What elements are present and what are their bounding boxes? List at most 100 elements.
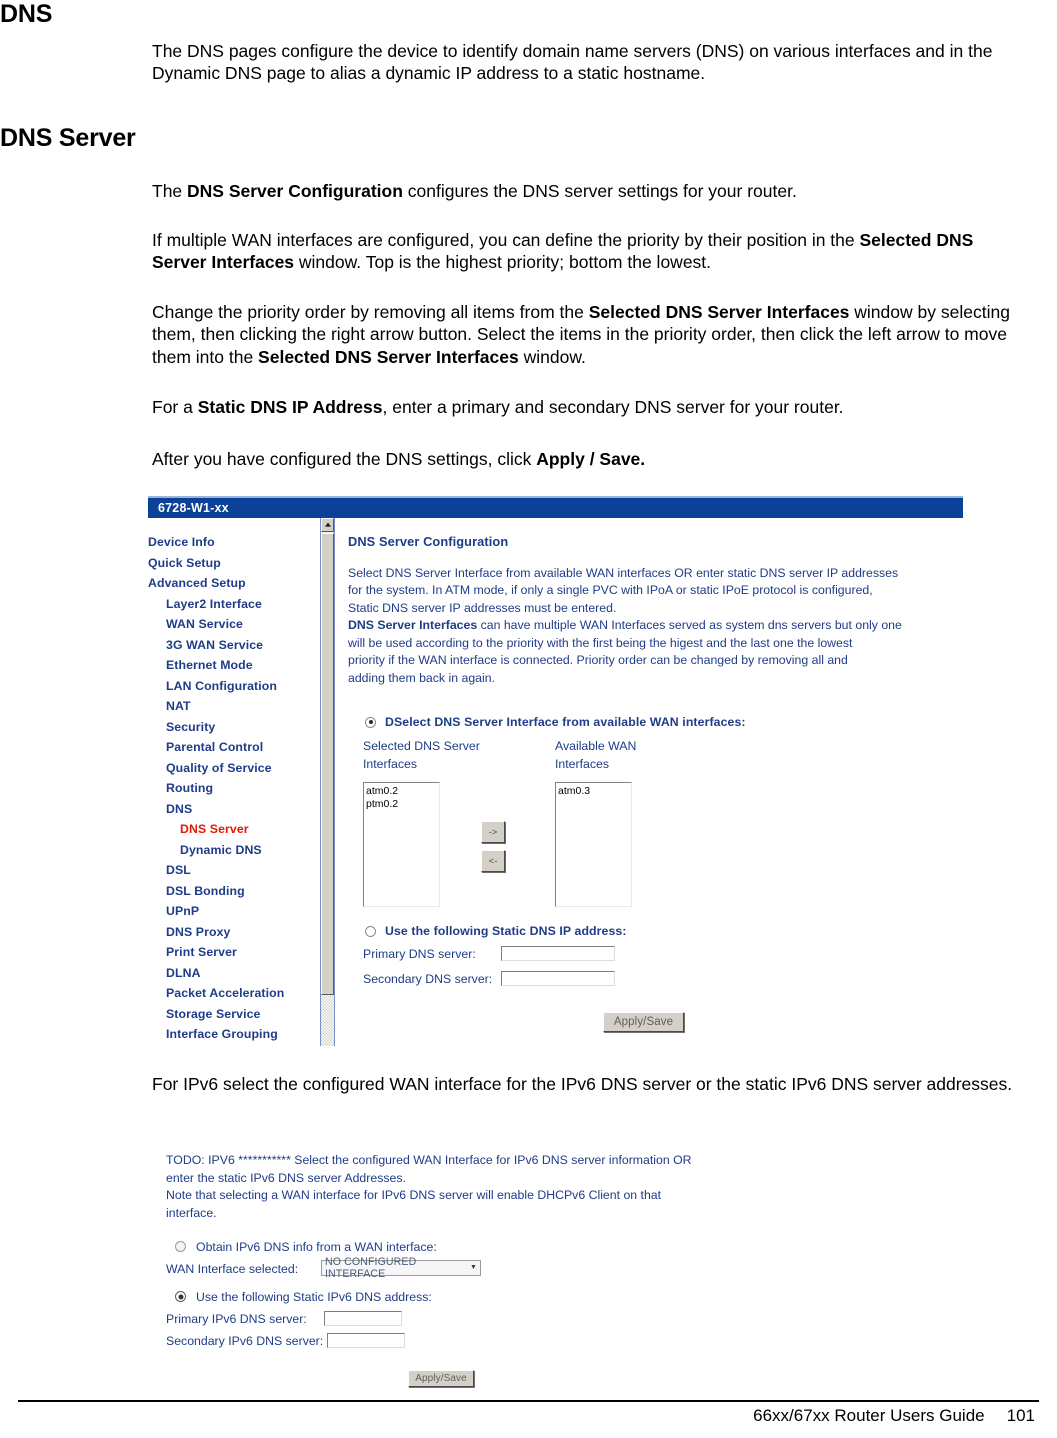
desc-line-1: Select DNS Server Interface from availab…: [348, 566, 899, 580]
ipv6-desc-line-2: enter the static IPv6 DNS server Address…: [166, 1170, 406, 1185]
ipv6-description: TODO: IPV6 *********** Select the config…: [166, 1152, 711, 1223]
list-item[interactable]: atm0.3: [558, 785, 629, 798]
radio-select-dns-interface[interactable]: [365, 716, 376, 728]
para1-post: configures the DNS server settings for y…: [402, 181, 797, 201]
para3-d: window.: [518, 346, 586, 367]
radio-row-obtain-ipv6-dns[interactable]: Obtain IPv6 DNS info from a WAN interfac…: [175, 1240, 766, 1254]
sidebar-item-nat[interactable]: NAT: [148, 696, 320, 717]
sidebar-label: NAT: [166, 699, 191, 714]
radio-row-select-interface[interactable]: DSelect DNS Server Interface from availa…: [365, 715, 963, 729]
radio-obtain-ipv6-dns[interactable]: [175, 1241, 186, 1253]
sidebar-item-routing[interactable]: Routing: [148, 778, 320, 799]
sidebar-label: DSL: [166, 863, 191, 878]
sidebar-item-dynamic-dns[interactable]: Dynamic DNS: [148, 840, 320, 861]
sidebar-item-security[interactable]: Security: [148, 717, 320, 738]
footer-guide-title: 66xx/67xx Router Users Guide: [753, 1406, 985, 1425]
para5-bold: Apply / Save.: [536, 449, 646, 469]
sidebar-item-dsl[interactable]: DSL: [148, 860, 320, 881]
list-item[interactable]: ptm0.2: [366, 798, 437, 811]
router-window-body: Device Info Quick Setup Advanced Setup L…: [148, 518, 963, 1046]
sidebar-item-layer2-interface[interactable]: Layer2 Interface: [148, 594, 320, 615]
radio-use-static-ipv6-dns[interactable]: [175, 1291, 186, 1303]
sidebar-item-interface-grouping[interactable]: Interface Grouping: [148, 1024, 320, 1045]
desc-line-4: DNS Server Interfaces can have multiple …: [348, 617, 922, 634]
pane-description: Select DNS Server Interface from availab…: [348, 565, 922, 687]
selected-interfaces-header: Selected DNS Server Interfaces: [363, 738, 480, 774]
radio-use-static-dns[interactable]: [365, 925, 376, 937]
sidebar-label: 3G WAN Service: [166, 637, 264, 652]
sidebar-label: Routing: [166, 781, 214, 796]
sidebar-item-packet-acceleration[interactable]: Packet Acceleration: [148, 983, 320, 1004]
paragraph-static-dns: For a Static DNS IP Address, enter a pri…: [152, 396, 1032, 418]
sidebar-label: DSL Bonding: [166, 883, 245, 898]
secondary-ipv6-dns-input[interactable]: [327, 1332, 405, 1348]
sidebar-item-dns[interactable]: DNS: [148, 799, 320, 820]
sidebar-label: DNS: [166, 801, 193, 816]
scrollbar-thumb[interactable]: [321, 533, 334, 995]
wan-interface-select[interactable]: NO CONFIGURED INTERFACE ▼: [321, 1256, 481, 1280]
selected-dns-interfaces-listbox[interactable]: atm0.2 ptm0.2: [363, 782, 440, 908]
sidebar-label: Ethernet Mode: [166, 658, 253, 673]
vertical-scrollbar[interactable]: [320, 518, 335, 1046]
sidebar-label: Interface Grouping: [166, 1027, 278, 1042]
para4-pre: For a: [152, 397, 198, 417]
sidebar-item-upnp[interactable]: UPnP: [148, 901, 320, 922]
apply-save-button[interactable]: Apply/Save: [603, 1012, 684, 1033]
sidebar-label: DNS Proxy: [166, 924, 231, 939]
desc-line-4-rest: can have multiple WAN Interfaces served …: [477, 618, 902, 633]
page-title-dns: DNS: [0, 0, 53, 28]
sidebar-label: Parental Control: [166, 740, 264, 755]
primary-ipv6-dns-input[interactable]: [324, 1310, 402, 1326]
primary-dns-input[interactable]: [501, 946, 615, 962]
para3-b2: Selected DNS Server Interfaces: [258, 346, 519, 367]
sidebar-item-lan-configuration[interactable]: LAN Configuration: [148, 676, 320, 697]
para4-post: , enter a primary and secondary DNS serv…: [382, 397, 844, 417]
sidebar-label: Print Server: [166, 945, 237, 960]
desc-line-6: priority if the WAN interface is connect…: [348, 653, 848, 668]
radio-row-static-dns[interactable]: Use the following Static DNS IP address:: [365, 924, 963, 938]
ipv6-desc-line-4: interface.: [166, 1206, 217, 1221]
move-right-arrow-button[interactable]: ->: [481, 821, 505, 844]
sidebar-item-3g-wan-service[interactable]: 3G WAN Service: [148, 635, 320, 656]
sidebar-item-quick-setup[interactable]: Quick Setup: [148, 553, 320, 574]
sidebar-label: WAN Service: [166, 617, 243, 632]
sidebar-item-wan-service[interactable]: WAN Service: [148, 614, 320, 635]
desc-line-3: Static DNS server IP addresses must be e…: [348, 600, 617, 615]
para2-pre: If multiple WAN interfaces are configure…: [152, 230, 860, 250]
available-wan-interfaces-listbox[interactable]: atm0.3: [555, 782, 632, 908]
wan-interface-selected-value: NO CONFIGURED INTERFACE: [325, 1255, 417, 1280]
router-title-text: 6728-W1-xx: [158, 501, 229, 515]
sidebar-label: Security: [166, 719, 216, 734]
secondary-dns-input[interactable]: [501, 971, 615, 987]
sidebar-item-dsl-bonding[interactable]: DSL Bonding: [148, 881, 320, 902]
primary-dns-label: Primary DNS server:: [363, 947, 476, 962]
pane-heading: DNS Server Configuration: [348, 534, 509, 549]
sidebar-label: Dynamic DNS: [180, 842, 262, 857]
footer-divider: [18, 1400, 1039, 1402]
apply-save-row: Apply/Save: [348, 1012, 963, 1042]
radio-select-dns-interface-label: DSelect DNS Server Interface from availa…: [385, 715, 746, 730]
sidebar-item-advanced-setup[interactable]: Advanced Setup: [148, 573, 320, 594]
sidebar-item-parental-control[interactable]: Parental Control: [148, 737, 320, 758]
paragraph-priority: If multiple WAN interfaces are configure…: [152, 229, 1032, 274]
sidebar-item-ethernet-mode[interactable]: Ethernet Mode: [148, 655, 320, 676]
sidebar-item-storage-service[interactable]: Storage Service: [148, 1004, 320, 1025]
para3-b1: Selected DNS Server Interfaces: [588, 302, 850, 322]
sidebar-item-dlna[interactable]: DLNA: [148, 963, 320, 984]
secondary-dns-label: Secondary DNS server:: [363, 972, 493, 987]
list-item[interactable]: atm0.2: [366, 785, 437, 798]
sidebar-item-quality-of-service[interactable]: Quality of Service: [148, 758, 320, 779]
radio-obtain-ipv6-dns-label: Obtain IPv6 DNS info from a WAN interfac…: [196, 1239, 437, 1254]
scroll-up-arrow-icon[interactable]: [321, 518, 334, 532]
primary-ipv6-dns-label: Primary IPv6 DNS server:: [166, 1311, 307, 1326]
sidebar-label: Advanced Setup: [148, 576, 246, 591]
selected-header-line2: Interfaces: [363, 757, 417, 771]
radio-row-static-ipv6-dns[interactable]: Use the following Static IPv6 DNS addres…: [175, 1290, 766, 1304]
sidebar-item-dns-server[interactable]: DNS Server: [148, 819, 320, 840]
sidebar-item-print-server[interactable]: Print Server: [148, 942, 320, 963]
move-left-arrow-button[interactable]: <-: [481, 850, 505, 873]
ipv6-apply-save-button[interactable]: Apply/Save: [408, 1369, 474, 1387]
sidebar-item-device-info[interactable]: Device Info: [148, 532, 320, 553]
sidebar-label: Packet Acceleration: [166, 986, 285, 1001]
sidebar-item-dns-proxy[interactable]: DNS Proxy: [148, 922, 320, 943]
